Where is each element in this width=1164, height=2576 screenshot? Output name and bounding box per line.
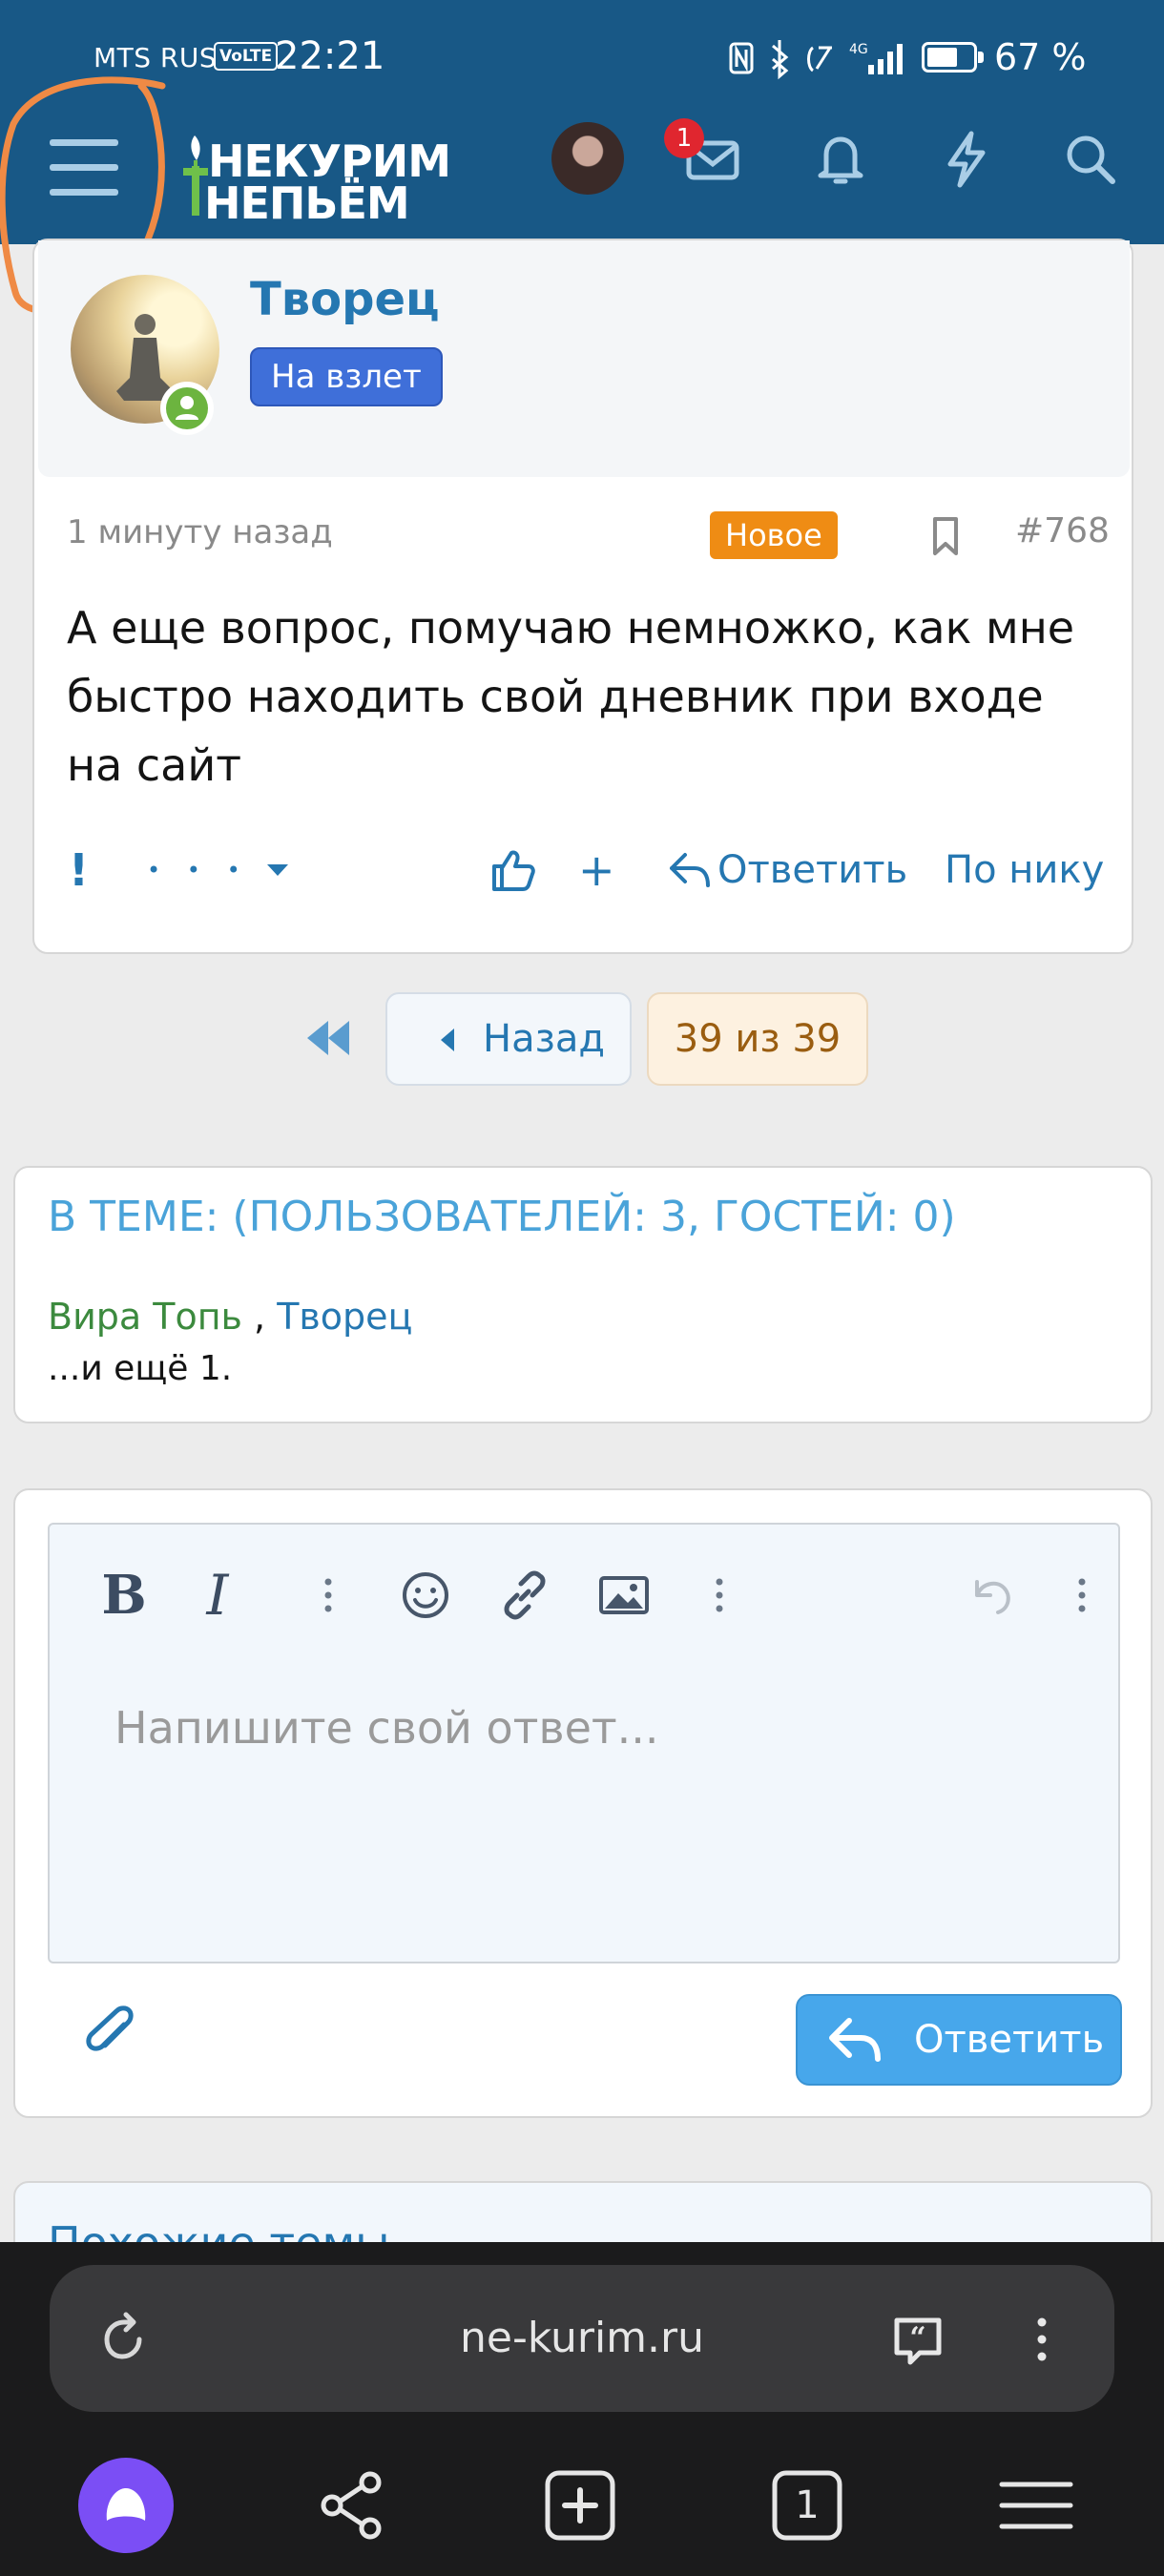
reply-button[interactable]: Ответить xyxy=(717,832,907,908)
post-body: А еще вопрос, помучаю немножко, как мне … xyxy=(67,602,1075,791)
emoji-icon[interactable] xyxy=(397,1567,454,1624)
thread-viewers-title: В ТЕМЕ: (ПОЛЬЗОВАТЕЛЕЙ: 3, ГОСТЕЙ: 0) xyxy=(48,1193,956,1241)
report-button[interactable]: ! xyxy=(69,832,89,908)
reload-icon[interactable] xyxy=(95,2311,153,2368)
reply-icon xyxy=(829,2018,881,2062)
more-actions-button[interactable]: • • • xyxy=(147,832,250,908)
post-card: Творец На взлет 1 минуту назад Новое #76… xyxy=(32,239,1133,954)
submit-reply-label: Ответить xyxy=(914,2018,1105,2062)
undo-icon[interactable] xyxy=(964,1567,1021,1624)
volte-badge: VoLTE xyxy=(214,42,279,71)
user-icon xyxy=(176,396,198,420)
chevron-down-icon[interactable] xyxy=(265,861,290,880)
bell-icon[interactable] xyxy=(807,126,874,193)
prev-page-button[interactable]: Назад xyxy=(385,992,632,1086)
logo-line-2: НЕПЬЁМ xyxy=(204,177,410,229)
image-icon[interactable] xyxy=(595,1567,653,1624)
url-text: ne-kurim.ru xyxy=(460,2314,704,2362)
caret-left-icon xyxy=(441,1028,454,1051)
italic-button[interactable]: I xyxy=(189,1567,246,1624)
search-icon[interactable] xyxy=(1057,126,1124,193)
editor-options-icon[interactable] xyxy=(1053,1567,1111,1624)
status-bar: MTS RUS VoLTE 22:21 4G 67 % xyxy=(0,29,1164,86)
more-text-options-icon[interactable] xyxy=(300,1567,357,1624)
browser-bottom-nav: 1 xyxy=(0,2450,1164,2576)
assistant-icon[interactable] xyxy=(78,2458,174,2553)
bold-button[interactable]: B xyxy=(95,1567,153,1624)
messages-badge: 1 xyxy=(664,118,704,158)
browser-chrome: ne-kurim.ru “ 1 xyxy=(0,2242,1164,2576)
battery-icon xyxy=(922,42,984,73)
editor-toolbar: B I xyxy=(50,1525,1118,1662)
hamburger-menu-icon[interactable] xyxy=(988,2458,1084,2553)
thread-viewers-list: Вира Топь , Творец xyxy=(48,1296,412,1338)
reply-icon xyxy=(670,853,710,887)
user-avatar[interactable] xyxy=(551,122,624,195)
submit-reply-button[interactable]: Ответить xyxy=(796,1994,1122,2086)
battery-percent: 67 % xyxy=(994,36,1087,78)
like-icon[interactable] xyxy=(488,847,536,893)
bookmark-icon[interactable] xyxy=(929,515,962,557)
menu-icon[interactable] xyxy=(50,139,118,197)
viewer-link[interactable]: Вира Топь xyxy=(48,1296,242,1338)
user-title-badge: На взлет xyxy=(250,347,443,406)
link-icon[interactable] xyxy=(496,1567,553,1624)
quick-reply-block: B I Напишите свой ответ... Ответить xyxy=(13,1488,1153,2118)
viewer-separator: , xyxy=(241,1296,278,1338)
viewers-more: ...и ещё 1. xyxy=(48,1349,233,1388)
post-user-block: Творец На взлет xyxy=(38,240,1130,477)
reply-placeholder: Напишите свой ответ... xyxy=(114,1702,659,1754)
network-type: 4G xyxy=(849,42,868,57)
site-logo[interactable]: НЕКУРИМ НЕПЬЁМ xyxy=(170,120,475,225)
site-header: MTS RUS VoLTE 22:21 4G 67 % НЕКУРИМ НЕПЬ… xyxy=(0,0,1164,244)
new-tab-icon[interactable] xyxy=(532,2458,628,2553)
add-reaction-button[interactable]: + xyxy=(578,832,615,908)
share-icon[interactable] xyxy=(303,2458,399,2553)
lightning-icon[interactable] xyxy=(933,126,1000,193)
current-page[interactable]: 39 из 39 xyxy=(647,992,868,1086)
new-badge: Новое xyxy=(710,511,838,559)
system-status-icons: 4G xyxy=(729,40,903,80)
thread-viewers-block: В ТЕМЕ: (ПОЛЬЗОВАТЕЛЕЙ: 3, ГОСТЕЙ: 0) Ви… xyxy=(13,1166,1153,1423)
tabs-count: 1 xyxy=(795,2483,820,2527)
prev-page-label: Назад xyxy=(483,1017,606,1061)
more-insert-options-icon[interactable] xyxy=(691,1567,748,1624)
quote-chat-icon[interactable]: “ xyxy=(889,2311,946,2368)
site-nav: НЕКУРИМ НЕПЬЁМ 1 xyxy=(0,105,1164,239)
browser-menu-icon[interactable] xyxy=(1013,2311,1070,2368)
reply-editor[interactable]: B I Напишите свой ответ... xyxy=(48,1523,1120,1963)
tabs-count-button[interactable]: 1 xyxy=(759,2458,855,2553)
viewer-link[interactable]: Творец xyxy=(277,1296,412,1338)
post-actions: ! • • • + Ответить По нику xyxy=(34,832,1135,908)
online-indicator xyxy=(160,382,214,435)
carrier-name: MTS RUS xyxy=(94,42,218,73)
first-page-icon[interactable] xyxy=(301,1009,355,1067)
author-name[interactable]: Творец xyxy=(250,273,440,326)
battery-fill xyxy=(927,48,957,67)
paperclip-icon[interactable] xyxy=(82,2004,139,2065)
address-bar[interactable]: ne-kurim.ru “ xyxy=(50,2265,1114,2412)
status-time: 22:21 xyxy=(275,34,385,78)
reply-by-nick-button[interactable]: По нику xyxy=(945,832,1104,908)
post-time[interactable]: 1 минуту назад xyxy=(67,513,333,551)
svg-text:“: “ xyxy=(909,2321,925,2355)
post-number[interactable]: #768 xyxy=(1015,511,1110,551)
